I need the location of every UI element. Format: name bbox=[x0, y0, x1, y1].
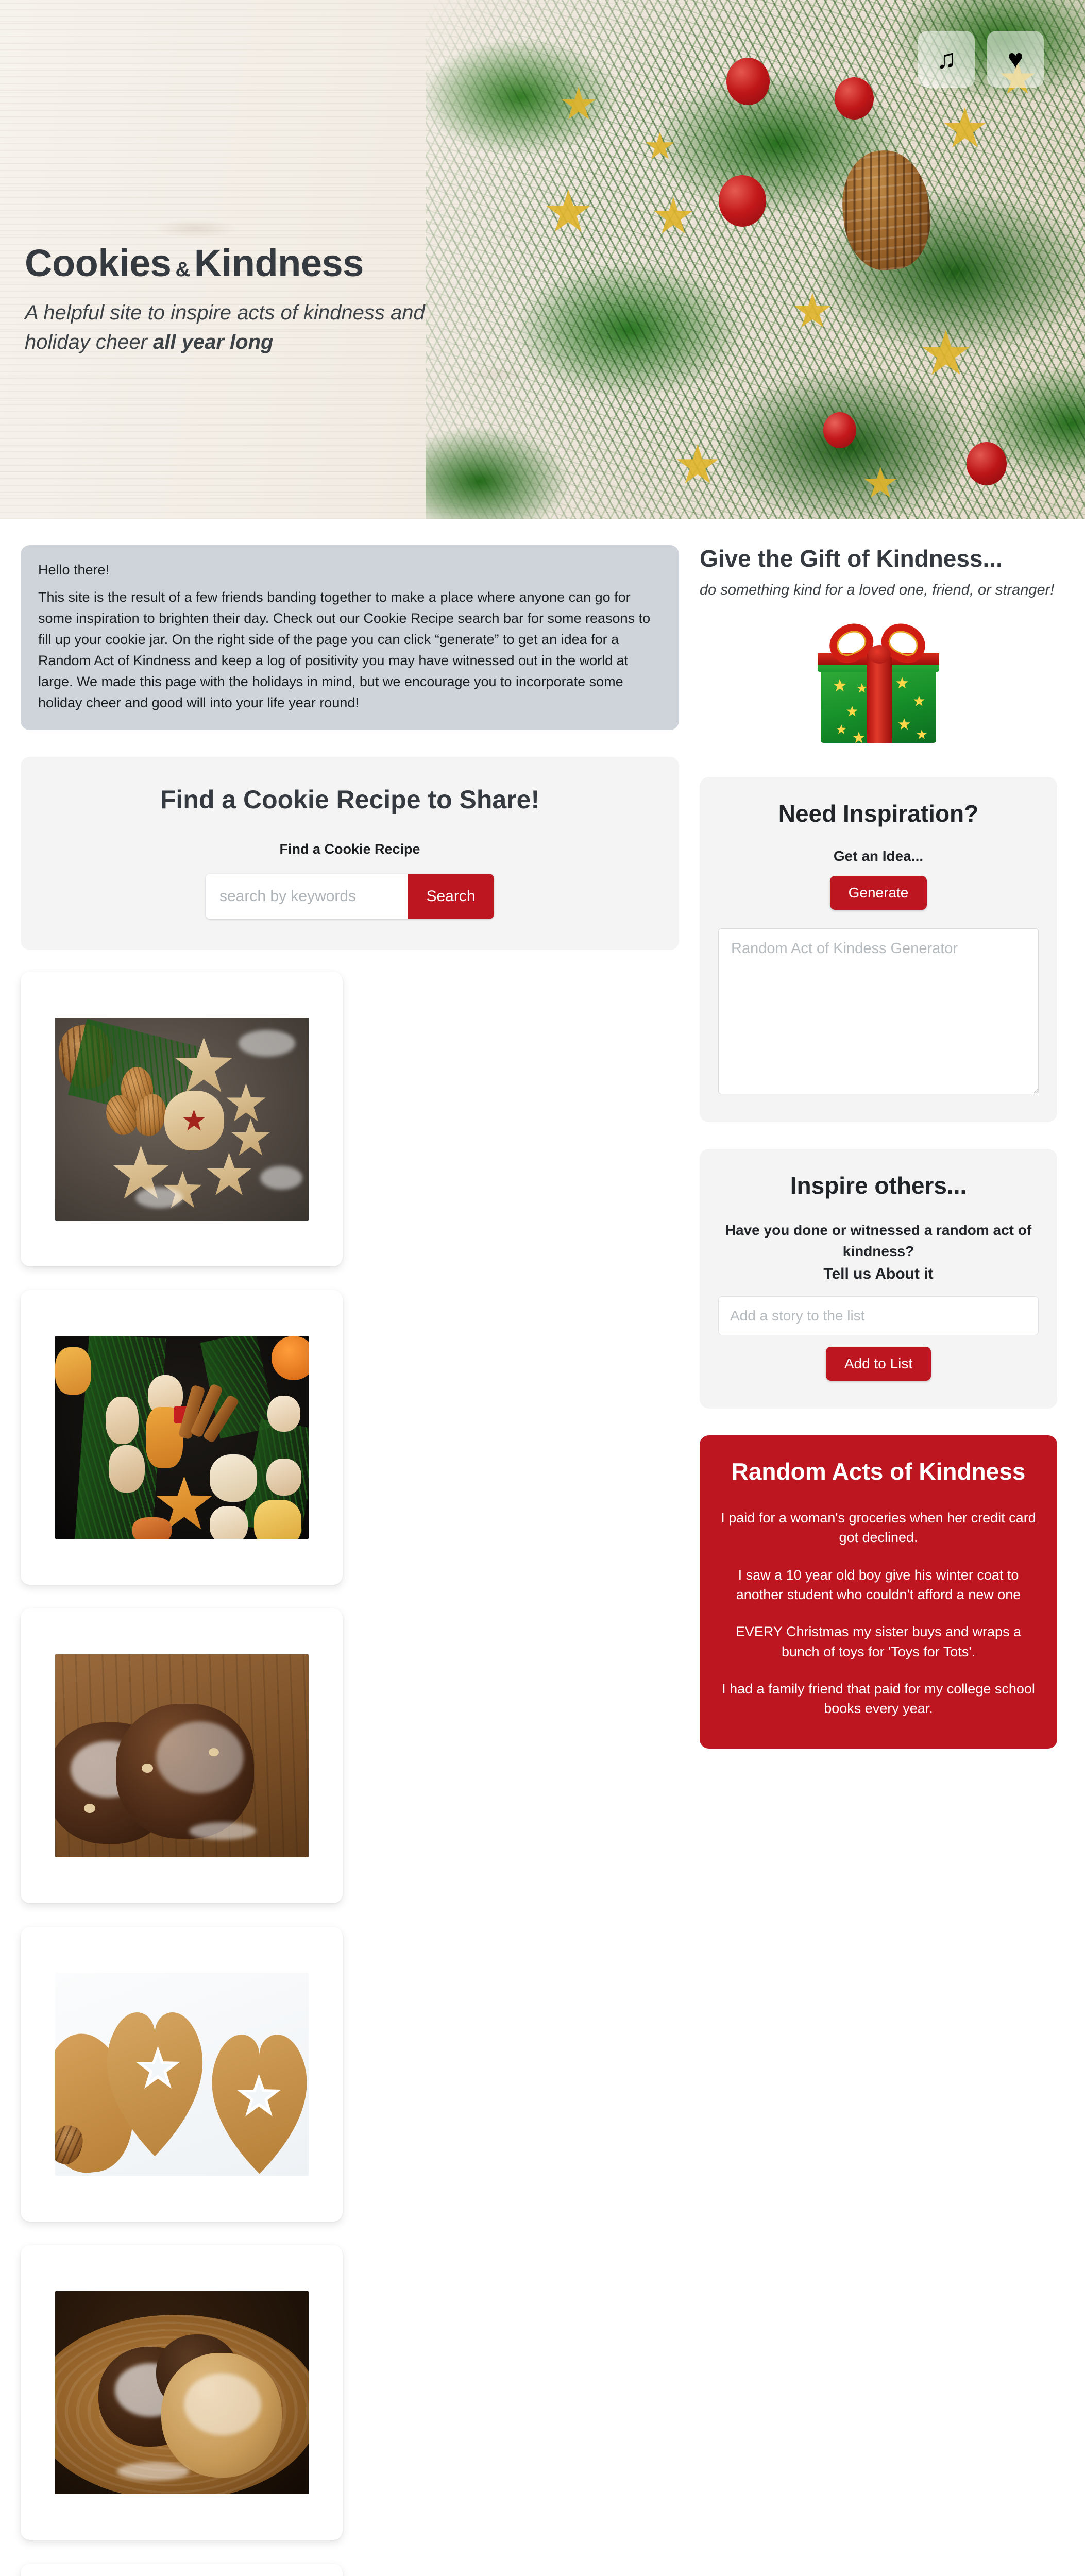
intro-body: This site is the result of a few friends… bbox=[38, 589, 651, 711]
add-to-list-button[interactable]: Add to List bbox=[825, 1346, 931, 1381]
search-input[interactable] bbox=[206, 874, 408, 920]
hero-action-buttons: ♫ ♥ bbox=[918, 31, 1044, 88]
intro-greeting: Hello there! bbox=[38, 562, 110, 578]
inspiration-subtitle: Get an Idea... bbox=[833, 848, 924, 864]
red-ornament bbox=[726, 58, 770, 105]
gift-box-icon bbox=[816, 616, 941, 745]
content-columns: Hello there! This site is the result of … bbox=[0, 545, 1085, 2576]
list-item: I paid for a woman's groceries when her … bbox=[721, 1510, 1036, 1546]
recipe-card-grid bbox=[21, 972, 679, 2576]
main-content: Hello there! This site is the result of … bbox=[0, 519, 1085, 2576]
story-input[interactable] bbox=[718, 1296, 1039, 1335]
recipe-card-image bbox=[55, 1336, 309, 1539]
recipe-search-panel: Find a Cookie Recipe to Share! Find a Co… bbox=[21, 757, 679, 951]
gift-section: Give the Gift of Kindness... do somethin… bbox=[700, 545, 1057, 745]
recipe-card[interactable] bbox=[21, 1927, 343, 2222]
inspiration-title: Need Inspiration? bbox=[778, 800, 979, 827]
page-root: ♫ ♥ Cookies & Kindness A helpful site to i… bbox=[0, 0, 1085, 2576]
recipe-card[interactable] bbox=[21, 2245, 343, 2540]
music-toggle-button[interactable]: ♫ bbox=[918, 31, 975, 88]
page-title-part-one: Cookies bbox=[25, 242, 172, 284]
page-title-part-two: Kindness bbox=[194, 242, 364, 284]
page-subtitle-emphasis: all year long bbox=[153, 330, 274, 353]
recipe-search-group: Search bbox=[206, 874, 494, 920]
recipe-card[interactable] bbox=[21, 1608, 343, 1904]
page-title: Cookies & Kindness bbox=[25, 241, 488, 285]
favorite-button[interactable]: ♥ bbox=[987, 31, 1044, 88]
inspiration-panel: Need Inspiration? Get an Idea... Generat… bbox=[700, 776, 1057, 1122]
red-ornament bbox=[719, 175, 766, 227]
random-acts-list: I paid for a woman's groceries when her … bbox=[718, 1508, 1039, 1719]
recipe-search-heading: Find a Cookie Recipe to Share! bbox=[160, 785, 540, 815]
gift-subtitle: do something kind for a loved one, frien… bbox=[700, 582, 1055, 599]
heart-icon: ♥ bbox=[1007, 44, 1024, 74]
inspire-others-panel: Inspire others... Have you done or witne… bbox=[700, 1148, 1057, 1409]
recipe-search-label: Find a Cookie Recipe bbox=[279, 841, 420, 857]
red-ornament bbox=[823, 412, 856, 448]
left-column: Hello there! This site is the result of … bbox=[0, 545, 690, 2576]
hero-text-block: Cookies & Kindness A helpful site to inspi… bbox=[25, 241, 488, 357]
list-item: I had a family friend that paid for my c… bbox=[722, 1681, 1035, 1717]
recipe-card[interactable] bbox=[21, 2564, 343, 2576]
recipe-card[interactable] bbox=[21, 1290, 343, 1585]
idea-output-textarea[interactable] bbox=[718, 928, 1039, 1094]
generate-button[interactable]: Generate bbox=[829, 875, 927, 910]
gift-image-wrap bbox=[700, 616, 1057, 745]
list-item: EVERY Christmas my sister buys and wraps… bbox=[735, 1624, 1022, 1659]
inspire-others-title: Inspire others... bbox=[790, 1172, 967, 1199]
inspire-others-question: Have you done or witnessed a random act … bbox=[725, 1222, 1032, 1259]
recipe-card[interactable] bbox=[21, 972, 343, 1267]
right-column: Give the Gift of Kindness... do somethin… bbox=[690, 545, 1085, 1749]
random-acts-panel: Random Acts of Kindness I paid for a wom… bbox=[700, 1435, 1057, 1749]
page-subtitle: A helpful site to inspire acts of kindne… bbox=[25, 298, 488, 357]
list-item: I saw a 10 year old boy give his winter … bbox=[736, 1567, 1021, 1603]
music-note-icon: ♫ bbox=[936, 44, 957, 74]
recipe-card-image bbox=[55, 2291, 309, 2495]
inspire-others-cta: Tell us About it bbox=[823, 1265, 934, 1282]
hero-banner: ♫ ♥ Cookies & Kindness A helpful site to i… bbox=[0, 0, 1085, 519]
recipe-card-image bbox=[55, 1654, 309, 1858]
recipe-card-image bbox=[55, 1973, 309, 2176]
red-ornament bbox=[967, 442, 1007, 485]
gift-heading: Give the Gift of Kindness... bbox=[700, 545, 1003, 572]
search-button[interactable]: Search bbox=[408, 874, 494, 920]
ampersand-glyph: & bbox=[175, 258, 190, 281]
red-ornament bbox=[835, 77, 874, 120]
intro-box: Hello there! This site is the result of … bbox=[21, 545, 679, 731]
recipe-card-image bbox=[55, 1018, 309, 1221]
random-acts-title: Random Acts of Kindness bbox=[731, 1458, 1026, 1485]
